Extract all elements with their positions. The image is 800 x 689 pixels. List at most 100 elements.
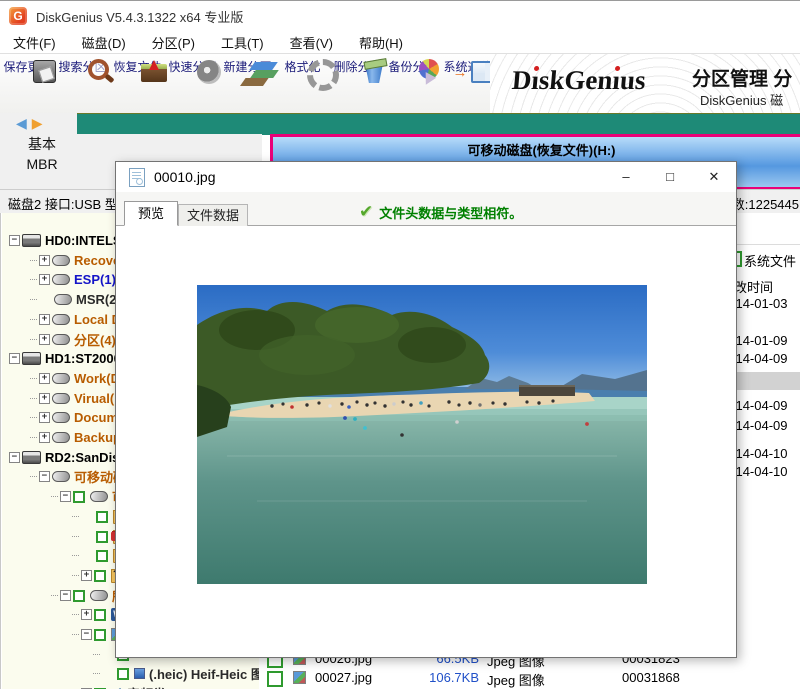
disk-type-label: 基本 MBR [0, 134, 84, 174]
tree-checkbox[interactable] [73, 491, 85, 503]
tree-expander-icon[interactable]: + [39, 255, 50, 266]
next-disk-arrow-icon[interactable]: ▶ [32, 115, 48, 131]
diskgenius-logo: DıskGenıus [511, 65, 647, 96]
menu-item[interactable]: 磁盘(D) [69, 31, 139, 54]
格式化-button[interactable]: 格式化 [275, 54, 330, 115]
partition-icon [90, 590, 108, 601]
preview-photo [197, 285, 647, 584]
tree-expander-icon[interactable]: − [39, 471, 50, 482]
file-header-status: ✔ 文件头数据与类型相符。 [359, 202, 522, 222]
minimize-button[interactable]: – [604, 162, 648, 192]
dialog-titlebar[interactable]: 00010.jpg – □ ✕ [116, 162, 736, 192]
menu-item[interactable]: 查看(V) [277, 31, 346, 54]
partition-icon [90, 491, 108, 502]
tree-connector [30, 339, 37, 341]
tree-checkbox[interactable] [96, 511, 108, 523]
tree-checkbox[interactable] [94, 629, 106, 641]
tree-connector [30, 398, 37, 400]
partition-icon [52, 432, 70, 443]
tree-item-Work(D:)[interactable]: +Work(D:) [30, 369, 129, 388]
status-text: 文件头数据与类型相符。 [379, 203, 522, 222]
file-preview-icon [129, 168, 145, 187]
table-row-00027.jpg[interactable]: 00027.jpg106.7KBJpeg 图像00031868 [259, 668, 800, 687]
tree-expander-icon[interactable]: + [39, 393, 50, 404]
app-logo-icon: G [9, 7, 27, 25]
tree-connector [30, 319, 37, 321]
tree-expander-icon[interactable]: + [39, 334, 50, 345]
tree-expander-icon[interactable]: + [81, 570, 92, 581]
tree-expander-icon[interactable]: − [60, 590, 71, 601]
tree-checkbox[interactable] [117, 668, 129, 680]
hard-disk-icon [22, 352, 41, 365]
tree-checkbox[interactable] [94, 609, 106, 621]
tree-item-HD1:ST2000[interactable]: − HD1:ST2000 [9, 349, 121, 368]
tree-item-label: HD0:INTELS [45, 233, 122, 248]
disk-info-left: 磁盘2 接口:USB 型 [8, 194, 118, 213]
disk-type-basic: 基本 [0, 134, 84, 154]
tree-item-分区(4)[interactable]: + 分区(4) [30, 330, 116, 349]
tree-connector [30, 476, 37, 478]
tree-item-RD2:SanDisk[interactable]: −RD2:SanDisk [9, 448, 127, 467]
selected-row-highlight [736, 372, 800, 390]
tree-item-HD0:INTELS[interactable]: − HD0:INTELS [9, 231, 122, 250]
tree-item-(.heic) Heif-Heic 图像[interactable]: (.heic) Heif-Heic 图像 [93, 664, 277, 683]
tree-expander-icon[interactable]: − [9, 235, 20, 246]
hard-disk-icon [22, 451, 41, 464]
tree-item-label: 分区(4) [74, 330, 116, 349]
preview-dialog: 00010.jpg – □ ✕ 预览 文件数据 ✔ 文件头数据与类型相符。 [115, 161, 737, 658]
partition-icon [52, 393, 70, 404]
prev-disk-arrow-icon[interactable]: ◀ [16, 115, 32, 131]
tree-expander-icon[interactable]: + [39, 314, 50, 325]
恢复文件-button[interactable]: 恢复文件 [110, 54, 165, 115]
tree-expander-icon[interactable]: − [60, 491, 71, 502]
tree-item-label: 音频类 [127, 684, 166, 689]
tree-expander-icon[interactable]: − [81, 629, 92, 640]
menu-item[interactable]: 文件(F) [0, 31, 69, 54]
heic-image-icon [134, 668, 145, 679]
新建分区-button[interactable]: 新建分区 [220, 54, 275, 115]
menu-item[interactable]: 分区(P) [139, 31, 208, 54]
tab-file-data[interactable]: 文件数据 [178, 204, 248, 226]
tree-checkbox[interactable] [73, 590, 85, 602]
tree-connector [30, 260, 37, 262]
partition-icon [52, 412, 70, 423]
tree-connector [30, 299, 37, 301]
maximize-button[interactable]: □ [648, 162, 692, 192]
hard-disk-icon [22, 234, 41, 247]
系统迁移-button[interactable]: 系统迁移 [440, 54, 495, 115]
close-button[interactable]: ✕ [692, 162, 736, 192]
tab-preview[interactable]: 预览 [124, 201, 178, 226]
menu-item[interactable]: 工具(T) [208, 31, 277, 54]
brand-tagline-2: DiskGenius 磁 [700, 90, 783, 109]
tree-item-MSR(2)[interactable]: MSR(2) [30, 290, 121, 309]
tree-item-label: ESP(1) [74, 272, 116, 287]
tree-expander-icon[interactable]: + [39, 412, 50, 423]
tree-connector [30, 378, 37, 380]
tree-checkbox[interactable] [94, 570, 106, 582]
partition-icon [52, 471, 70, 482]
disk-nav-arrows: ◀▶ [16, 115, 48, 132]
tree-expander-icon[interactable]: − [9, 452, 20, 463]
删除分区-button[interactable]: 删除分区 [330, 54, 385, 115]
tree-item-音频类[interactable]: +音频类 [72, 684, 166, 689]
partition-map-band [77, 113, 800, 135]
搜索分区-button[interactable]: 搜索分区 [55, 54, 110, 115]
tree-checkbox[interactable] [96, 550, 108, 562]
tree-expander-icon[interactable]: − [9, 353, 20, 364]
tree-item-ESP(1)[interactable]: + ESP(1) [30, 270, 116, 289]
保存更改-button[interactable]: 保存更改 [0, 54, 55, 115]
tree-item-label: HD1:ST2000 [45, 351, 121, 366]
备份分区-button[interactable]: 备份分区 [385, 54, 440, 115]
tree-expander-icon[interactable]: + [39, 432, 50, 443]
tree-connector [51, 595, 58, 597]
快速分区-button[interactable]: 快速分区 [165, 54, 220, 115]
system-files-label: 系统文件 [744, 251, 796, 270]
tree-connector [30, 417, 37, 419]
partition-icon [54, 294, 72, 305]
menu-item[interactable]: 帮助(H) [346, 31, 416, 54]
tree-checkbox[interactable] [96, 531, 108, 543]
tree-expander-icon[interactable]: + [39, 274, 50, 285]
tree-expander-icon[interactable]: + [81, 609, 92, 620]
tree-expander-icon[interactable]: + [39, 373, 50, 384]
row-checkbox[interactable] [267, 671, 283, 687]
